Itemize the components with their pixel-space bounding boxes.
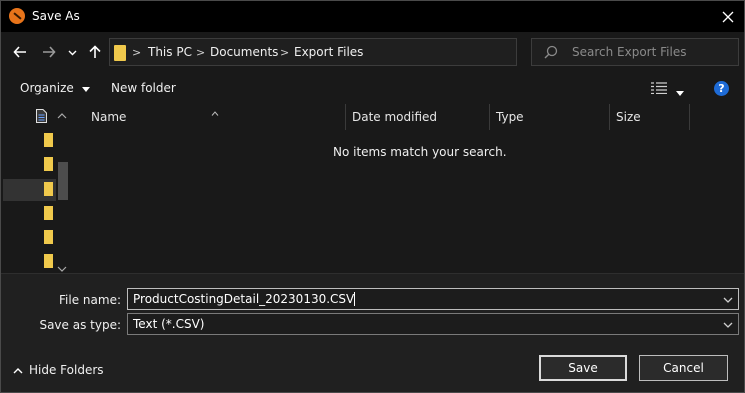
up-arrow-icon[interactable]: [85, 42, 105, 62]
file-name-value: ProductCostingDetail_20230130.CSV: [133, 292, 356, 306]
column-header-name[interactable]: Name: [91, 110, 126, 124]
save-options-panel: File name: ProductCostingDetail_20230130…: [1, 273, 744, 392]
tree-scrollbar-thumb[interactable]: [58, 162, 68, 200]
cancel-button[interactable]: Cancel: [639, 355, 728, 381]
save-as-type-value: Text (*.CSV): [133, 317, 205, 331]
breadcrumb-documents[interactable]: Documents: [210, 45, 278, 59]
folder-icon[interactable]: [44, 133, 53, 147]
help-icon[interactable]: ?: [714, 81, 729, 96]
chevron-right-icon: >: [132, 46, 142, 59]
folder-icon[interactable]: [44, 254, 53, 268]
folder-tree-pane: [1, 104, 71, 273]
column-divider[interactable]: [689, 104, 690, 130]
column-divider[interactable]: [489, 104, 490, 130]
breadcrumb-this-pc[interactable]: This PC: [148, 45, 192, 59]
folder-icon: [114, 45, 126, 61]
column-header-type[interactable]: Type: [496, 110, 524, 124]
column-divider[interactable]: [345, 104, 346, 130]
chevron-right-icon: >: [196, 46, 206, 59]
caret-down-icon: [81, 87, 90, 92]
save-as-type-label: Save as type:: [39, 318, 121, 332]
breadcrumb-export-files[interactable]: Export Files: [294, 45, 363, 59]
window-title: Save As: [32, 9, 80, 23]
document-icon[interactable]: [36, 109, 47, 123]
file-name-label: File name:: [59, 293, 121, 307]
command-bar: Organize New folder ?: [1, 72, 744, 104]
organize-menu-button[interactable]: Organize: [20, 81, 90, 95]
save-button[interactable]: Save: [539, 355, 627, 381]
chevron-up-icon: [13, 367, 23, 373]
scroll-down-icon[interactable]: [57, 262, 67, 272]
folder-icon[interactable]: [44, 230, 53, 244]
close-icon[interactable]: [714, 4, 742, 30]
scroll-up-icon[interactable]: [57, 109, 67, 119]
save-as-dialog: Save As > This PC > Documents > Export F…: [0, 0, 745, 393]
navigation-bar: > This PC > Documents > Export Files Sea…: [1, 32, 744, 72]
view-options-chevron-icon[interactable]: [676, 85, 684, 96]
title-bar: Save As: [1, 1, 744, 32]
app-icon: [9, 8, 25, 24]
organize-label: Organize: [20, 81, 74, 95]
folder-icon[interactable]: [44, 206, 53, 220]
sort-ascending-icon: [211, 105, 219, 116]
empty-list-message: No items match your search.: [333, 145, 507, 159]
search-icon: [544, 45, 558, 59]
back-arrow-icon[interactable]: [10, 42, 30, 62]
folder-icon[interactable]: [44, 182, 53, 196]
folder-icon[interactable]: [44, 157, 53, 171]
column-divider[interactable]: [609, 104, 610, 130]
chevron-down-icon[interactable]: [65, 42, 79, 62]
address-bar[interactable]: > This PC > Documents > Export Files: [109, 38, 616, 66]
chevron-down-icon[interactable]: [723, 294, 733, 304]
hide-folders-button[interactable]: Hide Folders: [13, 363, 104, 377]
search-input[interactable]: Search Export Files: [531, 38, 739, 66]
chevron-right-icon: >: [280, 46, 290, 59]
forward-arrow-icon[interactable]: [39, 42, 59, 62]
column-header-date-modified[interactable]: Date modified: [352, 110, 437, 124]
file-list: Name Date modified Type Size No items ma…: [71, 104, 744, 273]
view-options-icon[interactable]: [651, 82, 667, 95]
column-header-size[interactable]: Size: [616, 110, 641, 124]
hide-folders-label: Hide Folders: [29, 363, 104, 377]
search-placeholder: Search Export Files: [572, 45, 687, 59]
chevron-down-icon[interactable]: [723, 319, 733, 329]
file-name-field[interactable]: ProductCostingDetail_20230130.CSV: [127, 288, 739, 310]
new-folder-button[interactable]: New folder: [111, 81, 176, 95]
save-as-type-select[interactable]: Text (*.CSV): [127, 313, 739, 335]
